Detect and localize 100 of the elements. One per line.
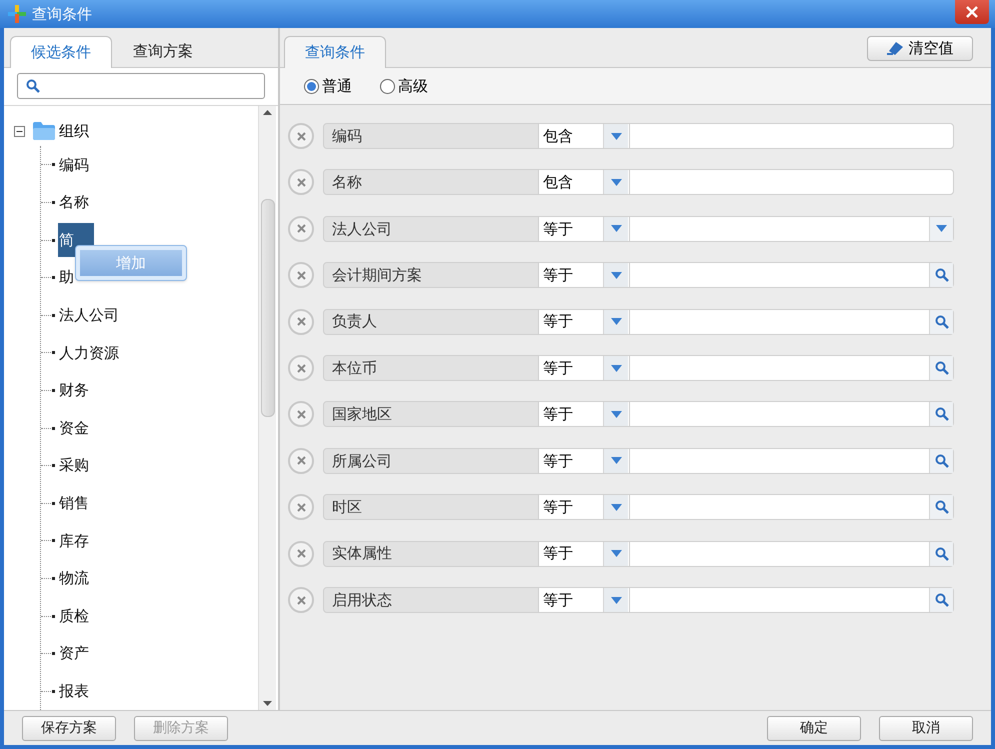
window-title: 查询条件 bbox=[32, 4, 92, 25]
clear-values-button[interactable]: 清空值 bbox=[867, 36, 973, 62]
caret-icon bbox=[610, 504, 622, 511]
radio-option[interactable]: 普通 bbox=[304, 74, 352, 98]
scrollbar[interactable] bbox=[258, 106, 276, 710]
caret-icon bbox=[610, 457, 622, 464]
radio-button[interactable] bbox=[380, 78, 395, 94]
tree-item[interactable]: 名称 bbox=[58, 191, 90, 214]
radio-button[interactable] bbox=[304, 78, 319, 94]
field-label: 法人公司 bbox=[323, 216, 539, 242]
remove-button[interactable] bbox=[288, 216, 314, 242]
search-field[interactable] bbox=[17, 73, 265, 100]
collapse-icon[interactable] bbox=[14, 126, 25, 137]
remove-button[interactable] bbox=[288, 448, 314, 474]
close-icon bbox=[296, 410, 306, 419]
tree-item[interactable]: 采购 bbox=[58, 454, 90, 477]
radio-option[interactable]: 高级 bbox=[380, 74, 428, 98]
field-label: 国家地区 bbox=[323, 401, 539, 428]
remove-button[interactable] bbox=[288, 123, 314, 150]
value-field[interactable] bbox=[629, 401, 954, 428]
tree-item[interactable]: 质检 bbox=[58, 604, 90, 628]
tree-item[interactable]: 销售 bbox=[58, 492, 90, 514]
close-icon bbox=[296, 549, 306, 558]
remove-button[interactable] bbox=[288, 540, 314, 567]
operator-dropdown[interactable]: 等于 bbox=[539, 587, 629, 613]
value-field[interactable] bbox=[629, 216, 954, 242]
eraser-icon bbox=[886, 42, 902, 56]
remove-button[interactable] bbox=[288, 401, 314, 428]
operator-dropdown[interactable]: 等于 bbox=[539, 355, 629, 382]
close-icon bbox=[296, 178, 306, 187]
tab[interactable]: 查询条件 bbox=[284, 36, 386, 68]
tree-item[interactable]: 财务 bbox=[58, 379, 90, 402]
caret-icon bbox=[610, 410, 622, 418]
value-field[interactable] bbox=[629, 308, 954, 335]
scroll-up-icon bbox=[263, 110, 272, 116]
remove-button[interactable] bbox=[288, 169, 314, 196]
field-label: 实体属性 bbox=[323, 540, 539, 567]
field-label: 启用状态 bbox=[323, 587, 539, 613]
caret-icon bbox=[610, 132, 622, 140]
footer-button[interactable]: 保存方案 bbox=[22, 716, 116, 740]
folder-icon bbox=[33, 122, 55, 140]
operator-dropdown[interactable]: 包含 bbox=[539, 169, 629, 196]
caret-icon bbox=[610, 318, 622, 326]
search-icon bbox=[934, 361, 948, 376]
remove-button[interactable] bbox=[288, 494, 314, 520]
value-field[interactable] bbox=[629, 123, 954, 150]
tree-item[interactable]: 资金 bbox=[58, 416, 90, 440]
tree-item[interactable]: 资产 bbox=[58, 642, 90, 665]
caret-icon bbox=[610, 364, 622, 372]
operator-dropdown[interactable]: 等于 bbox=[539, 494, 629, 520]
value-field[interactable] bbox=[629, 494, 954, 520]
search-icon bbox=[26, 79, 40, 94]
caret-icon bbox=[610, 225, 622, 232]
value-field[interactable] bbox=[629, 355, 954, 382]
close-icon bbox=[296, 364, 306, 373]
tree-item[interactable]: 报表 bbox=[58, 680, 90, 702]
value-field[interactable] bbox=[629, 540, 954, 567]
close-icon bbox=[296, 456, 306, 466]
footer-button[interactable]: 取消 bbox=[879, 716, 973, 740]
tree-item[interactable]: 人力资源 bbox=[58, 342, 120, 364]
tree-item[interactable]: 编码 bbox=[58, 154, 90, 176]
field-label: 名称 bbox=[323, 169, 539, 196]
value-field[interactable] bbox=[629, 262, 954, 288]
tree-node[interactable]: 组织 bbox=[59, 120, 89, 142]
remove-button[interactable] bbox=[288, 308, 314, 335]
operator-dropdown[interactable]: 等于 bbox=[539, 401, 629, 428]
remove-button[interactable] bbox=[288, 262, 314, 288]
search-icon bbox=[934, 500, 948, 514]
tree-item[interactable]: 库存 bbox=[58, 530, 90, 552]
value-field[interactable] bbox=[629, 587, 954, 613]
close-button[interactable] bbox=[955, 0, 989, 24]
tab[interactable]: 候选条件 bbox=[10, 36, 112, 68]
app-logo-icon bbox=[8, 5, 26, 24]
close-icon bbox=[296, 596, 306, 604]
operator-dropdown[interactable]: 等于 bbox=[539, 216, 629, 242]
caret-icon bbox=[936, 225, 947, 232]
close-icon bbox=[296, 270, 306, 280]
tab[interactable]: 查询方案 bbox=[112, 35, 214, 68]
scroll-down-icon bbox=[263, 701, 272, 706]
close-icon bbox=[966, 6, 978, 18]
caret-icon bbox=[610, 550, 622, 558]
caret-icon bbox=[610, 596, 622, 604]
operator-dropdown[interactable]: 等于 bbox=[539, 262, 629, 288]
operator-dropdown[interactable]: 等于 bbox=[539, 308, 629, 335]
operator-dropdown[interactable]: 包含 bbox=[539, 123, 629, 150]
field-label: 时区 bbox=[323, 494, 539, 520]
tree-item[interactable]: 法人公司 bbox=[58, 304, 120, 327]
tree-item[interactable]: 助 bbox=[58, 266, 75, 289]
field-label: 所属公司 bbox=[323, 448, 539, 474]
operator-dropdown[interactable]: 等于 bbox=[539, 448, 629, 474]
remove-button[interactable] bbox=[288, 587, 314, 613]
field-label: 会计期间方案 bbox=[323, 262, 539, 288]
footer-button[interactable]: 确定 bbox=[767, 716, 861, 740]
value-field[interactable] bbox=[629, 448, 954, 474]
tree-item[interactable]: 物流 bbox=[58, 567, 90, 590]
close-icon bbox=[296, 224, 306, 234]
remove-button[interactable] bbox=[288, 355, 314, 382]
operator-dropdown[interactable]: 等于 bbox=[539, 540, 629, 567]
caret-icon bbox=[610, 272, 622, 279]
value-field[interactable] bbox=[629, 169, 954, 196]
